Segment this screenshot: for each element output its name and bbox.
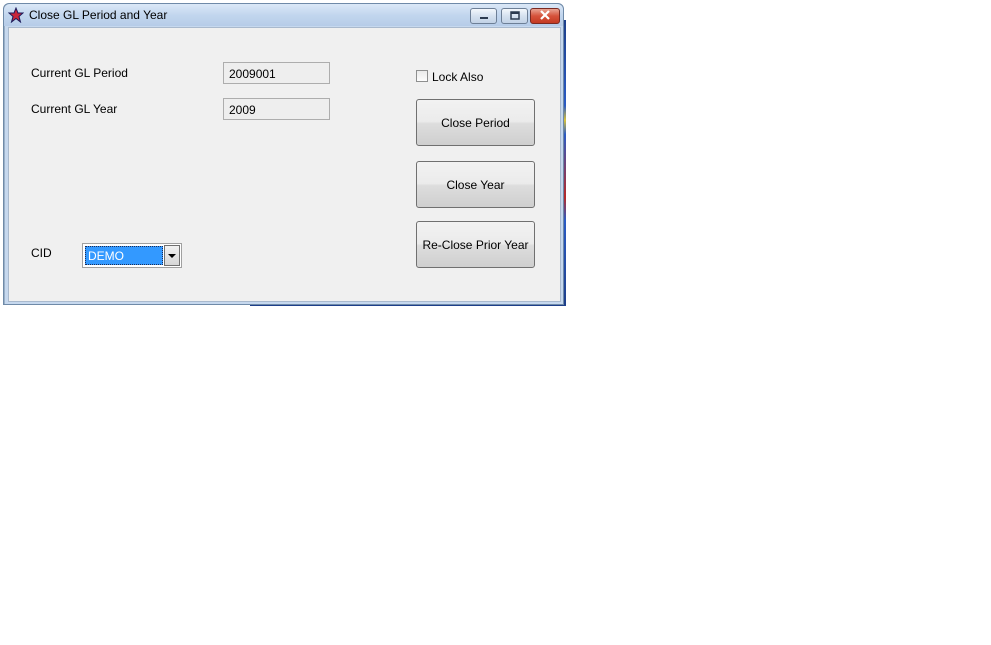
reclose-prior-year-button[interactable]: Re-Close Prior Year: [416, 221, 535, 268]
cid-selected-value[interactable]: DEMO: [85, 246, 163, 265]
title-bar[interactable]: Close GL Period and Year: [4, 4, 563, 26]
minimize-icon: [479, 9, 489, 23]
lock-also-checkbox[interactable]: [416, 70, 428, 82]
current-gl-period-field[interactable]: 2009001: [223, 62, 330, 84]
chevron-down-icon: [168, 253, 176, 258]
close-year-button[interactable]: Close Year: [416, 161, 535, 208]
star-icon: [7, 6, 25, 24]
minimize-button[interactable]: [470, 8, 497, 24]
cid-select[interactable]: DEMO: [82, 243, 182, 268]
current-gl-year-label: Current GL Year: [31, 102, 118, 116]
close-gl-window: Close GL Period and Year Current GL Peri…: [3, 3, 564, 305]
current-gl-period-label: Current GL Period: [31, 66, 128, 80]
cid-label: CID: [31, 246, 52, 260]
window-title: Close GL Period and Year: [29, 8, 168, 22]
current-gl-year-field[interactable]: 2009: [223, 98, 330, 120]
form-client-area: Current GL Period 2009001 Current GL Yea…: [8, 27, 561, 302]
dropdown-button[interactable]: [164, 245, 180, 266]
close-window-button[interactable]: [530, 8, 560, 24]
maximize-icon: [509, 9, 520, 23]
maximize-button[interactable]: [501, 8, 528, 24]
close-icon: [539, 9, 551, 23]
lock-also-label[interactable]: Lock Also: [432, 70, 483, 84]
close-period-button[interactable]: Close Period: [416, 99, 535, 146]
